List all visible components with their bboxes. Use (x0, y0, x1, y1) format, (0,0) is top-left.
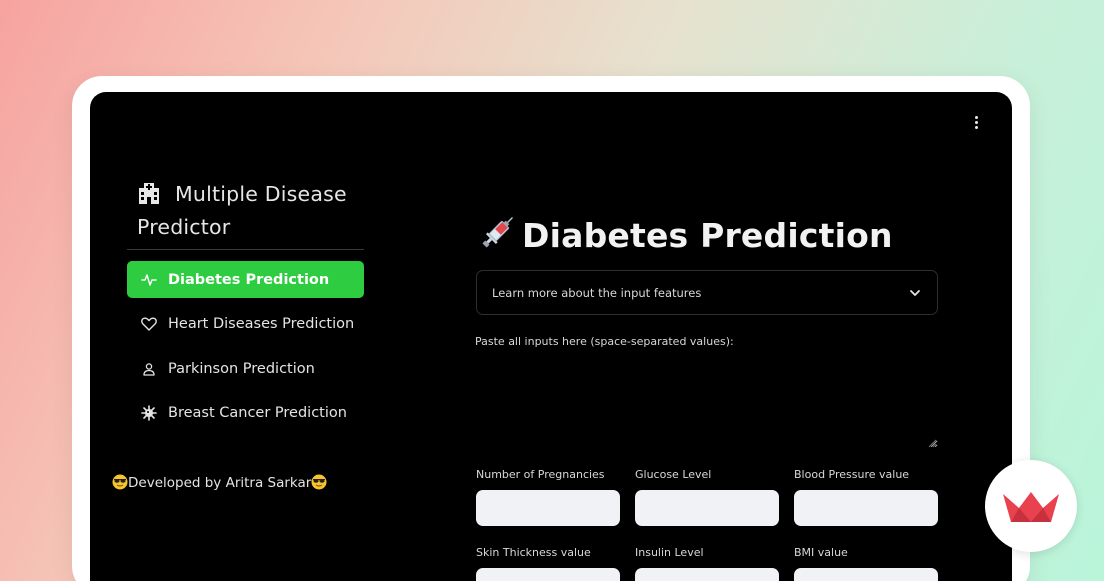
field-label: BMI value (794, 546, 848, 559)
field-label: Glucose Level (635, 468, 712, 481)
sunglasses-emoji-icon (311, 474, 327, 490)
glucose-input[interactable] (635, 490, 779, 526)
sidebar-item-diabetes[interactable]: Diabetes Prediction (127, 261, 364, 298)
blood-pressure-field: Blood Pressure value (794, 468, 938, 526)
field-label: Blood Pressure value (794, 468, 910, 481)
blood-pressure-input[interactable] (794, 490, 938, 526)
field-label: Insulin Level (635, 546, 704, 559)
insulin-field: Insulin Level (635, 546, 779, 581)
sidebar-item-breast-cancer[interactable]: Breast Cancer Prediction (127, 395, 364, 432)
field-label: Skin Thickness value (476, 546, 591, 559)
sidebar-title: Multiple Disease Predictor (137, 178, 367, 244)
chevron-down-icon (910, 289, 920, 296)
sidebar-item-label: Parkinson Prediction (168, 360, 315, 377)
sunglasses-emoji-icon (112, 474, 128, 490)
sidebar-item-label: Heart Diseases Prediction (168, 316, 355, 332)
input-features-expander[interactable]: Learn more about the input features (476, 270, 938, 315)
crown-icon (1003, 492, 1059, 522)
syringe-icon (482, 217, 513, 248)
paste-inputs-label: Paste all inputs here (space-separated v… (475, 335, 734, 348)
bmi-input[interactable] (794, 568, 938, 581)
insulin-input[interactable] (635, 568, 779, 581)
streamlit-badge[interactable] (985, 460, 1077, 552)
resize-grip-icon[interactable] (927, 438, 937, 448)
developer-credit: Developed by Aritra Sarkar (112, 474, 327, 491)
virus-icon (140, 405, 158, 421)
sidebar-nav: Diabetes Prediction Heart Diseases Predi… (127, 261, 364, 439)
page-title: Diabetes Prediction (476, 210, 893, 255)
hospital-icon (139, 183, 159, 204)
glucose-field: Glucose Level (635, 468, 779, 526)
page-title-text: Diabetes Prediction (522, 216, 893, 255)
pregnancies-input[interactable] (476, 490, 620, 526)
sidebar-item-label: Breast Cancer Prediction (168, 405, 347, 421)
skin-thickness-field: Skin Thickness value (476, 546, 620, 581)
person-icon (140, 361, 158, 377)
sidebar-title-text: Multiple Disease Predictor (137, 182, 347, 239)
vertical-ellipsis-icon[interactable] (966, 114, 986, 130)
bmi-field: BMI value (794, 546, 938, 581)
activity-icon (140, 272, 158, 288)
sidebar-item-heart-diseases[interactable]: Heart Diseases Prediction (127, 306, 364, 343)
expander-label: Learn more about the input features (492, 285, 702, 300)
sidebar-item-parkinson[interactable]: Parkinson Prediction (127, 350, 364, 387)
field-label: Number of Pregnancies (476, 468, 605, 481)
heart-icon (140, 316, 158, 332)
developer-credit-text: Developed by Aritra Sarkar (128, 475, 312, 491)
sidebar-divider (127, 249, 364, 250)
app-window: Multiple Disease Predictor Diabetes Pred… (90, 92, 1012, 581)
paste-inputs-textarea[interactable] (474, 356, 938, 448)
pregnancies-field: Number of Pregnancies (476, 468, 620, 526)
sidebar-item-label: Diabetes Prediction (168, 271, 330, 288)
skin-thickness-input[interactable] (476, 568, 620, 581)
